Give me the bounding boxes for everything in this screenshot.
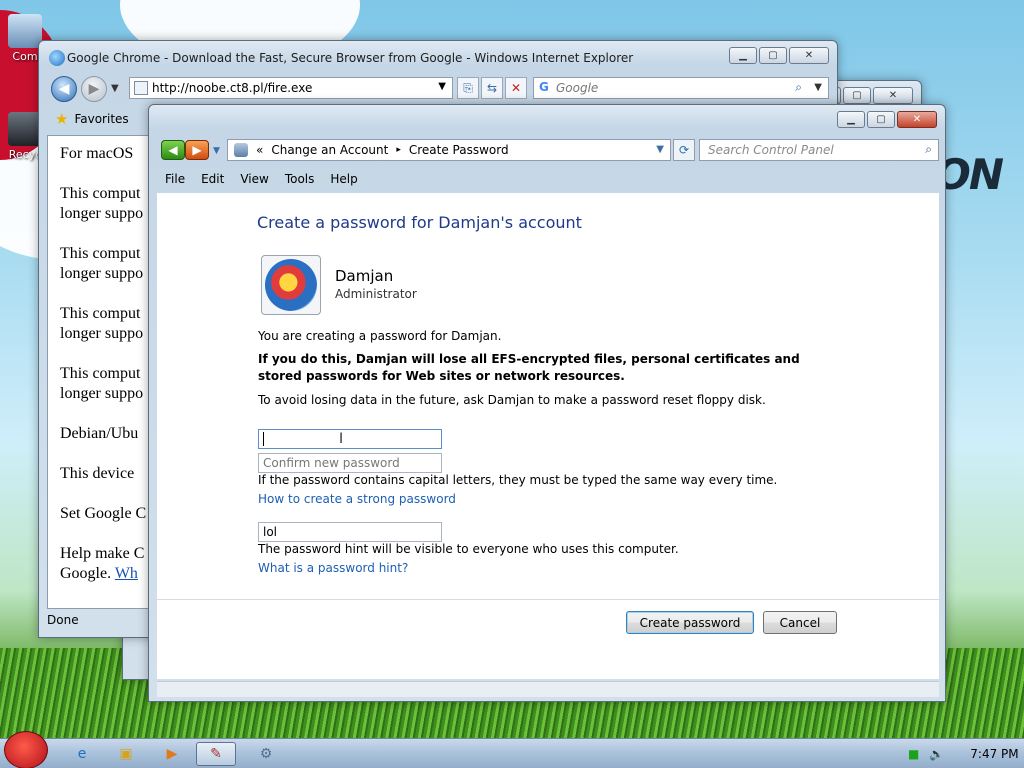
ie-navigation-bar: ◀ ▶ ▼ http://noobe.ct8.pl/fire.exe ▼ ⎘ ⇆…	[45, 73, 835, 103]
search-placeholder: Google	[556, 81, 599, 95]
password-hint-link[interactable]: What is a password hint?	[258, 561, 408, 575]
favorites-button[interactable]: ★ Favorites	[45, 107, 153, 131]
account-picture	[261, 255, 321, 315]
content-text: Google.	[60, 565, 112, 582]
clock[interactable]: 7:47 PM	[970, 747, 1018, 761]
desktop-icon-label: Recyc	[8, 148, 42, 161]
breadcrumb-dropdown-icon[interactable]: ▼	[656, 144, 664, 155]
minimize-button[interactable]: ▁	[837, 111, 865, 128]
account-name: Damjan	[335, 267, 394, 285]
address-dropdown-icon[interactable]: ▼	[438, 81, 446, 92]
ie-icon	[49, 50, 65, 66]
volume-muted-icon[interactable]: 🔈	[929, 747, 944, 761]
text-cursor-icon: I	[339, 431, 344, 447]
computer-icon	[8, 14, 42, 48]
window-controls: ▁ ▢ ✕	[729, 47, 829, 64]
cp-titlebar[interactable]: ▁ ▢ ✕	[149, 105, 945, 135]
status-bar	[157, 681, 939, 697]
menu-help[interactable]: Help	[330, 172, 357, 186]
maximize-button[interactable]: ▢	[867, 111, 895, 128]
capital-letters-note: If the password contains capital letters…	[258, 473, 778, 487]
forward-button[interactable]: ▶	[185, 140, 209, 160]
divider	[157, 599, 939, 600]
breadcrumb-create-password[interactable]: Create Password	[409, 143, 509, 157]
start-button[interactable]	[4, 731, 48, 768]
refresh-icon[interactable]: ⇆	[481, 77, 503, 99]
network-icon[interactable]: ■	[908, 747, 919, 761]
stop-icon[interactable]: ✕	[505, 77, 527, 99]
search-icon[interactable]: ⌕	[925, 142, 932, 157]
media-player-taskbar-icon[interactable]: ▶	[152, 742, 192, 766]
search-placeholder: Search Control Panel	[708, 143, 834, 157]
page-icon	[134, 81, 148, 95]
close-button[interactable]: ✕	[789, 47, 829, 64]
search-icon[interactable]: ⌕	[795, 80, 802, 95]
menu-view[interactable]: View	[240, 172, 268, 186]
star-icon: ★	[55, 110, 69, 128]
forward-button[interactable]: ▶	[81, 76, 107, 102]
account-role: Administrator	[335, 287, 417, 301]
strong-password-link[interactable]: How to create a strong password	[258, 492, 456, 506]
ie-titlebar[interactable]: Google Chrome - Download the Fast, Secur…	[39, 41, 837, 71]
menu-file[interactable]: File	[165, 172, 185, 186]
compatibility-view-icon[interactable]: ⎘	[457, 77, 479, 99]
back-button[interactable]: ◀	[161, 140, 185, 160]
search-box[interactable]: G Google ⌕ ▼	[533, 77, 829, 99]
search-control-panel-input[interactable]: Search Control Panel ⌕	[699, 139, 939, 161]
user-avatar-icon	[265, 259, 317, 311]
menu-tools[interactable]: Tools	[285, 172, 315, 186]
maximize-button[interactable]: ▢	[759, 47, 787, 64]
ie-window-title: Google Chrome - Download the Fast, Secur…	[67, 51, 634, 65]
menu-bar: File Edit View Tools Help	[157, 167, 939, 191]
breadcrumb-separator[interactable]: ▸	[396, 145, 401, 155]
menu-edit[interactable]: Edit	[201, 172, 224, 186]
password-hint-field[interactable]: lol	[258, 522, 442, 542]
recent-pages-dropdown-icon[interactable]: ▼	[111, 83, 119, 94]
explorer-taskbar-icon[interactable]: ▣	[108, 742, 144, 766]
page-title: Create a password for Damjan's account	[257, 213, 582, 232]
ie-taskbar-icon[interactable]: e	[62, 742, 102, 766]
search-dropdown-icon[interactable]: ▼	[814, 82, 822, 93]
favorites-label: Favorites	[74, 112, 129, 126]
breadcrumb-prefix: «	[256, 143, 264, 157]
cp-content: Create a password for Damjan's account D…	[157, 193, 939, 679]
address-url: http://noobe.ct8.pl/fire.exe	[152, 81, 313, 95]
breadcrumb-change-account[interactable]: Change an Account	[271, 143, 388, 157]
maximize-button[interactable]: ▢	[843, 87, 871, 104]
close-button[interactable]: ✕	[897, 111, 937, 128]
address-bar[interactable]: http://noobe.ct8.pl/fire.exe ▼	[129, 77, 453, 99]
confirm-password-field[interactable]: Confirm new password	[258, 453, 442, 473]
minimize-button[interactable]: ▁	[729, 47, 757, 64]
cancel-button[interactable]: Cancel	[763, 611, 837, 634]
hint-visibility-note: The password hint will be visible to eve…	[258, 542, 679, 556]
refresh-icon[interactable]: ⟳	[673, 139, 695, 161]
cp-navigation-bar: ◀ ▶ ▼ « Change an Account ▸ Create Passw…	[157, 137, 939, 163]
control-panel-window[interactable]: ▁ ▢ ✕ ◀ ▶ ▼ « Change an Account ▸ Create…	[148, 104, 946, 702]
google-icon: G	[539, 80, 549, 94]
back-button[interactable]: ◀	[51, 76, 77, 102]
ie-window-taskbar-button[interactable]: ✎	[196, 742, 236, 766]
system-tray: ■ 🔈 7:47 PM	[874, 739, 1024, 768]
close-button[interactable]: ✕	[873, 87, 913, 104]
recycle-bin-icon	[8, 112, 42, 146]
new-password-field[interactable]: I	[258, 429, 442, 449]
text-caret	[263, 432, 264, 446]
info-text: You are creating a password for Damjan.	[258, 329, 502, 343]
content-link[interactable]: Wh	[115, 565, 138, 582]
create-password-button[interactable]: Create password	[626, 611, 754, 634]
control-panel-taskbar-icon[interactable]: ⚙	[246, 742, 286, 766]
breadcrumb[interactable]: « Change an Account ▸ Create Password ▼	[227, 139, 671, 161]
control-panel-icon	[234, 143, 248, 157]
desktop-icon-label: Com	[12, 50, 38, 63]
warning-text: If you do this, Damjan will lose all EFS…	[258, 352, 800, 383]
reset-disk-text: To avoid losing data in the future, ask …	[258, 393, 766, 407]
window-controls: ▁ ▢ ✕	[837, 111, 937, 128]
confirm-password-placeholder: Confirm new password	[263, 456, 400, 470]
ie-status-text: Done	[47, 613, 79, 627]
taskbar: e ▣ ▶ ✎ ⚙ ■ 🔈 7:47 PM	[0, 731, 1024, 768]
recent-pages-dropdown-icon[interactable]: ▼	[213, 146, 220, 156]
password-hint-value: lol	[263, 525, 278, 539]
